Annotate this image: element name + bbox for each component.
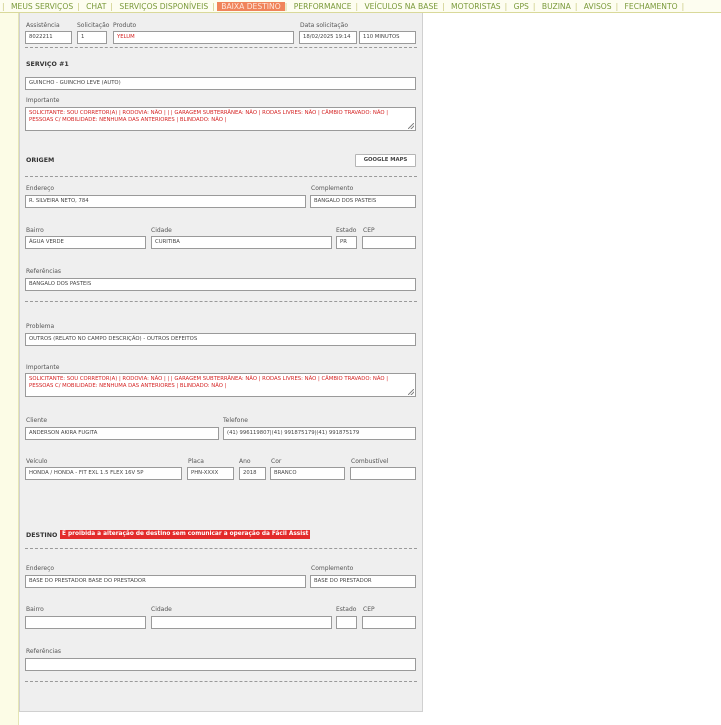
veiculo-label: Veículo [26, 458, 48, 465]
left-strip [0, 0, 19, 725]
servico-title: SERVIÇO #1 [26, 61, 69, 68]
origem-endereco-label: Endereço [26, 185, 55, 192]
nav-chat[interactable]: CHAT [82, 2, 110, 11]
top-navigation: | MEUS SERVIÇOS | CHAT | SERVIÇOS DISPONÍV… [0, 0, 721, 13]
nav-performance[interactable]: PERFORMANCE [290, 2, 356, 11]
google-maps-button[interactable]: GOOGLE MAPS [355, 154, 416, 167]
resize-grip[interactable] [408, 389, 414, 395]
origem-referencias-field[interactable]: BANGALO DOS PASTEIS [25, 278, 416, 291]
produto-label: Produto [113, 22, 137, 29]
destino-endereco-field[interactable]: BASE DO PRESTADOR BASE DO PRESTADOR [25, 575, 306, 588]
servico-tipo-field[interactable]: GUINCHO - GUINCHO LEVE (AUTO) [25, 77, 416, 90]
origem-cep-field[interactable] [362, 236, 416, 249]
resize-grip[interactable] [408, 123, 414, 129]
destino-estado-field[interactable] [336, 616, 357, 629]
telefone-field[interactable]: (41) 996119807|(41) 991875179|(41) 99187… [223, 427, 416, 440]
nav-fechamento[interactable]: FECHAMENTO [621, 2, 682, 11]
ano-label: Ano [239, 458, 251, 465]
cliente-field[interactable]: ANDERSON AKIRA FUGITA [25, 427, 219, 440]
destino-complemento-label: Complemento [311, 565, 354, 572]
solicitacao-label: Solicitação [77, 22, 110, 29]
origem-bairro-field[interactable]: ÁGUA VERDE [25, 236, 146, 249]
origem-cep-label: CEP [363, 227, 375, 234]
nav-servicos-disponiveis[interactable]: SERVIÇOS DISPONÍVEIS [115, 2, 212, 11]
destino-title: DESTINO [26, 532, 58, 539]
destino-warning-badge: É proibida a alteração de destino sem co… [60, 530, 311, 539]
servico-importante-text: SOLICITANTE: SOU CORRETOR(A) | RODOVIA: … [29, 110, 389, 123]
service-detail-panel: Assistência 8022211 Solicitação 1 Produt… [19, 13, 423, 712]
divider [25, 176, 417, 177]
servico-importante-label: Importante [26, 97, 60, 104]
combustivel-label: Combustível [351, 458, 389, 465]
problema-importante-textarea[interactable]: SOLICITANTE: SOU CORRETOR(A) | RODOVIA: … [25, 373, 416, 397]
destino-referencias-label: Referências [26, 648, 61, 655]
origem-estado-field[interactable]: PR [336, 236, 357, 249]
destino-cidade-label: Cidade [151, 606, 172, 613]
destino-endereco-label: Endereço [26, 565, 55, 572]
produto-field[interactable]: YELUM [113, 31, 294, 44]
data-solicitacao-label: Data solicitação [300, 22, 349, 29]
cor-field[interactable]: BRANCO [270, 467, 345, 480]
assistencia-field[interactable]: 8022211 [25, 31, 72, 44]
cliente-label: Cliente [26, 417, 48, 424]
nav-baixa-destino[interactable]: BAIXA DESTINO [217, 2, 285, 11]
data-solicitacao-field[interactable]: 18/02/2025 19:14 [299, 31, 357, 44]
destino-estado-label: Estado [336, 606, 357, 613]
divider [25, 301, 417, 302]
destino-cidade-field[interactable] [151, 616, 332, 629]
placa-label: Placa [188, 458, 204, 465]
divider [25, 681, 417, 682]
nav-meus-servicos[interactable]: MEUS SERVIÇOS [7, 2, 77, 11]
solicitacao-field[interactable]: 1 [77, 31, 107, 44]
veiculo-field[interactable]: HONDA / HONDA - FIT EXL 1.5 FLEX 16V 5P [25, 467, 182, 480]
destino-referencias-field[interactable] [25, 658, 416, 671]
placa-field[interactable]: PHN-XXXX [187, 467, 234, 480]
telefone-label: Telefone [223, 417, 248, 424]
destino-bairro-label: Bairro [26, 606, 44, 613]
destino-bairro-field[interactable] [25, 616, 146, 629]
origem-cidade-label: Cidade [151, 227, 172, 234]
combustivel-field[interactable] [350, 467, 416, 480]
origem-complemento-label: Complemento [311, 185, 354, 192]
problema-importante-label: Importante [26, 364, 60, 371]
origem-cidade-field[interactable]: CURITIBA [151, 236, 332, 249]
problema-label: Problema [26, 323, 55, 330]
nav-motoristas[interactable]: MOTORISTAS [447, 2, 505, 11]
destino-complemento-field[interactable]: BASE DO PRESTADOR [310, 575, 416, 588]
origem-endereco-field[interactable]: R. SILVEIRA NETO, 784 [25, 195, 306, 208]
problema-field[interactable]: OUTROS (RELATO NO CAMPO DESCRIÇÃO) - OUT… [25, 333, 416, 346]
origem-referencias-label: Referências [26, 268, 61, 275]
nav-avisos[interactable]: AVISOS [580, 2, 616, 11]
origem-title: ORIGEM [26, 157, 55, 164]
divider [25, 47, 417, 48]
nav-buzina[interactable]: BUZINA [538, 2, 575, 11]
problema-importante-text: SOLICITANTE: SOU CORRETOR(A) | RODOVIA: … [29, 376, 389, 389]
origem-estado-label: Estado [336, 227, 357, 234]
destino-cep-label: CEP [363, 606, 375, 613]
servico-importante-textarea[interactable]: SOLICITANTE: SOU CORRETOR(A) | RODOVIA: … [25, 107, 416, 131]
divider [25, 548, 417, 549]
nav-veiculos-na-base[interactable]: VEÍCULOS NA BASE [360, 2, 442, 11]
origem-complemento-field[interactable]: BANGALO DOS PASTEIS [310, 195, 416, 208]
tempo-minutos-field[interactable]: 110 MINUTOS [359, 31, 416, 44]
nav-gps[interactable]: GPS [510, 2, 533, 11]
ano-field[interactable]: 2018 [239, 467, 266, 480]
destino-cep-field[interactable] [362, 616, 416, 629]
origem-bairro-label: Bairro [26, 227, 44, 234]
assistencia-label: Assistência [26, 22, 60, 29]
cor-label: Cor [271, 458, 282, 465]
